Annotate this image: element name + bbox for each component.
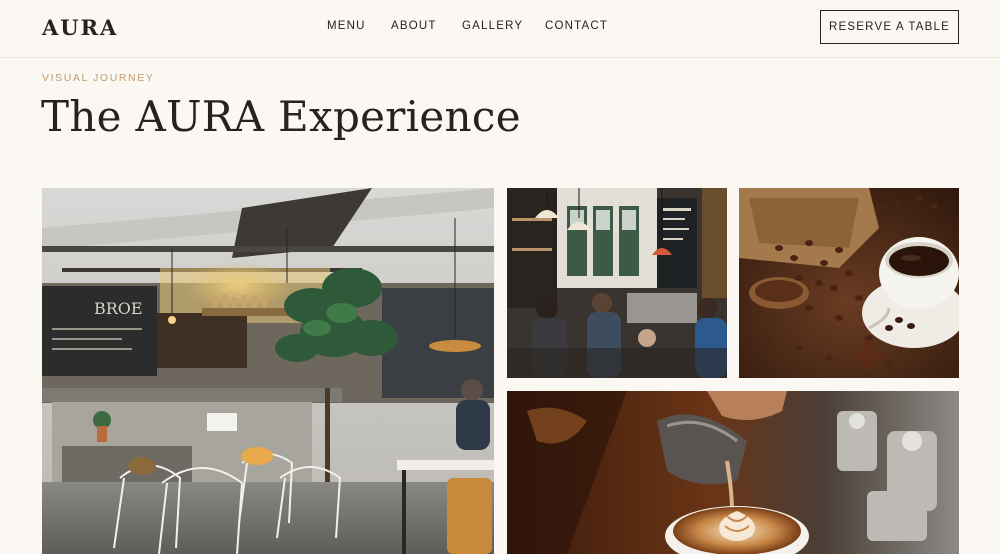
- section-eyebrow: VISUAL JOURNEY: [42, 72, 155, 84]
- latte-art-illustration: [507, 391, 959, 554]
- reserve-table-button[interactable]: RESERVE A TABLE: [820, 10, 959, 44]
- nav-link-about[interactable]: ABOUT: [391, 20, 437, 32]
- cafe-interior-illustration: BROE: [42, 188, 494, 554]
- svg-text:BROE: BROE: [94, 299, 143, 318]
- coffee-bar-illustration: [507, 188, 727, 378]
- nav-link-menu[interactable]: MENU: [327, 20, 366, 32]
- nav-link-gallery[interactable]: GALLERY: [462, 20, 523, 32]
- site-header: AURA MENU ABOUT GALLERY CONTACT RESERVE …: [0, 0, 1000, 58]
- gallery-image-coffee-bar[interactable]: [507, 188, 727, 378]
- gallery-image-cafe-interior[interactable]: BROE: [42, 188, 494, 554]
- gallery-image-latte-art[interactable]: [507, 391, 959, 554]
- gallery-image-coffee-beans[interactable]: [739, 188, 959, 378]
- coffee-beans-illustration: [739, 188, 959, 378]
- nav-link-contact[interactable]: CONTACT: [545, 20, 608, 32]
- page-title: The AURA Experience: [41, 92, 521, 141]
